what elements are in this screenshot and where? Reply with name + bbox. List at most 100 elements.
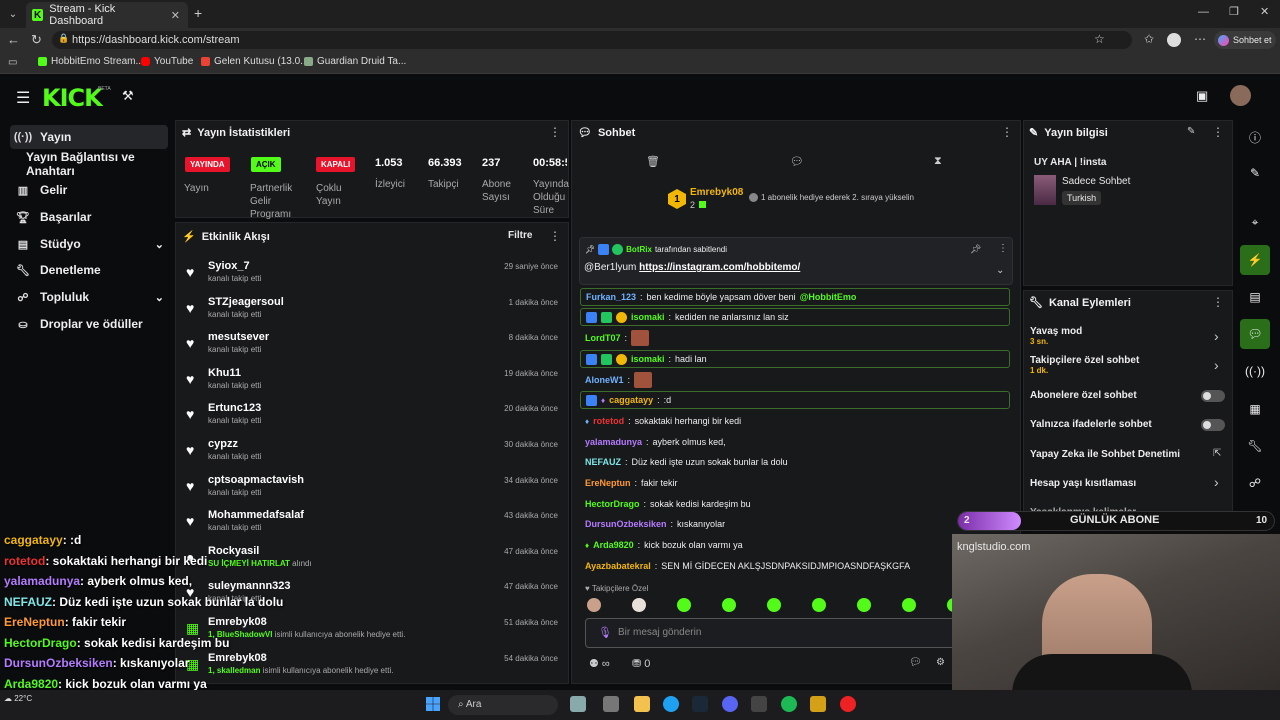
action-slow-mode[interactable]: Yavaş mod 3 sn. bbox=[1030, 326, 1082, 346]
bookmark-youtube[interactable]: YouTube bbox=[141, 56, 193, 67]
action-followers-only[interactable]: Takipçilere özel sohbet 1 dk. bbox=[1030, 355, 1139, 375]
message-icon[interactable]: 💬︎ bbox=[790, 155, 804, 168]
favorite-icon[interactable]: ☆ bbox=[1094, 32, 1105, 46]
chat-message[interactable]: Furkan_123: ben kedime böyle yapsam döve… bbox=[580, 288, 1010, 306]
profile-icon[interactable] bbox=[1167, 33, 1181, 47]
chat-username[interactable]: AloneW1 bbox=[585, 375, 624, 385]
chevron-right-icon[interactable]: › bbox=[1214, 474, 1219, 490]
hourglass-icon[interactable]: ⧗ bbox=[934, 155, 942, 168]
chat-message[interactable]: LordT07: bbox=[580, 329, 1010, 347]
steam-icon[interactable] bbox=[692, 696, 708, 712]
chat-message[interactable]: ♦ Arda9820: kick bozuk olan varmı ya bbox=[580, 536, 1010, 554]
chat-toggle-icon[interactable]: 💬︎ bbox=[1240, 319, 1270, 349]
layout-icon[interactable]: ▦ bbox=[1240, 394, 1270, 424]
close-window-icon[interactable]: ✕ bbox=[1260, 5, 1269, 18]
chat-message[interactable]: isomaki: kediden ne anlarsınız lan siz bbox=[580, 308, 1010, 326]
edge-icon[interactable] bbox=[663, 696, 679, 712]
file-explorer-icon[interactable] bbox=[634, 696, 650, 712]
emote-only-toggle[interactable] bbox=[1201, 419, 1225, 431]
points-icon[interactable]: ⛃ 0 bbox=[632, 657, 650, 670]
tab-list-icon[interactable]: ⌄ bbox=[6, 7, 20, 21]
reading-list-icon[interactable]: ▭ bbox=[8, 57, 17, 68]
spotify-icon[interactable] bbox=[781, 696, 797, 712]
broadcast-icon[interactable]: ((·)) bbox=[1240, 356, 1270, 386]
maximize-icon[interactable]: ❐ bbox=[1229, 5, 1239, 18]
taskbar-search[interactable]: ⌕ Ara bbox=[448, 695, 558, 715]
chat-menu-icon[interactable]: ⋮ bbox=[1001, 125, 1013, 139]
sidebar-item-gelir[interactable]: ▥ Gelir bbox=[10, 178, 168, 202]
chat-username[interactable]: Arda9820 bbox=[593, 540, 634, 550]
emote-icon[interactable] bbox=[722, 598, 736, 612]
camera-icon[interactable]: ⌖ bbox=[1240, 207, 1270, 237]
reload-icon[interactable]: ↻ bbox=[31, 32, 42, 48]
bookmark-gmail[interactable]: Gelen Kutusu (13.0... bbox=[201, 56, 309, 67]
url-input[interactable]: https://dashboard.kick.com/stream bbox=[52, 31, 1132, 49]
tool-icon[interactable]: ⚒ bbox=[122, 88, 134, 104]
sidebar-item-yayin[interactable]: ((·)) Yayın bbox=[10, 125, 168, 149]
bookmark-hobbitemo[interactable]: HobbitEmo Stream... bbox=[38, 56, 144, 67]
chat-message[interactable]: EreNeptun: fakir tekir bbox=[580, 474, 1010, 492]
activity-menu-icon[interactable]: ⋮ bbox=[549, 229, 561, 243]
emote-icon[interactable] bbox=[767, 598, 781, 612]
sidebar-item-topluluk[interactable]: ☍ Topluluk ⌄ bbox=[10, 285, 168, 309]
chat-message[interactable]: ♦ caggatayy: :d bbox=[580, 391, 1010, 409]
chat-message[interactable]: HectorDrago: sokak kedisi kardeşim bu bbox=[580, 495, 1010, 513]
chat-username[interactable]: HectorDrago bbox=[585, 499, 640, 509]
collections-icon[interactable]: ✩ bbox=[1144, 32, 1154, 46]
chat-username[interactable]: yalamadunya bbox=[585, 437, 642, 447]
users-icon[interactable]: ⚉ ∞ bbox=[589, 657, 610, 670]
chat-message[interactable]: DursunOzbeksiken: kıskanıyolar bbox=[580, 515, 1010, 533]
emoji-icon[interactable]: 💬︎ bbox=[909, 657, 922, 668]
stats-menu-icon[interactable]: ⋮ bbox=[549, 125, 561, 139]
obs-icon[interactable] bbox=[840, 696, 856, 712]
chat-username[interactable]: caggatayy bbox=[609, 395, 653, 405]
settings-icon[interactable]: ⚙ bbox=[936, 657, 945, 668]
avatar[interactable] bbox=[1230, 85, 1251, 106]
emote-icon[interactable] bbox=[812, 598, 826, 612]
sidebar-item-studyo[interactable]: ▤ Stüdyo ⌄ bbox=[10, 232, 168, 256]
chat-message[interactable]: AloneW1: bbox=[580, 371, 1010, 389]
back-icon[interactable]: ← bbox=[7, 32, 20, 47]
chevron-right-icon[interactable]: › bbox=[1214, 357, 1219, 373]
trash-icon[interactable]: 🗑︎ bbox=[646, 155, 660, 168]
chat-message[interactable]: isomaki: hadi lan bbox=[580, 350, 1010, 368]
lock-icon[interactable]: 🔒 bbox=[58, 33, 69, 44]
wrench-icon[interactable]: 🔧︎ bbox=[1240, 431, 1270, 461]
discord-icon[interactable] bbox=[722, 696, 738, 712]
chevron-right-icon[interactable]: › bbox=[1214, 328, 1219, 344]
sidebar-item-denetleme[interactable]: 🔧︎ Denetleme bbox=[10, 258, 168, 282]
chat-message[interactable]: yalamadunya: ayberk olmus ked, bbox=[580, 433, 1010, 451]
bookmark-guardian[interactable]: Guardian Druid Ta... bbox=[304, 56, 406, 67]
chevron-down-icon[interactable]: ⌄ bbox=[996, 265, 1004, 276]
edit-stream-icon[interactable]: ✎ bbox=[1240, 158, 1270, 188]
chat-username[interactable]: rotetod bbox=[593, 416, 624, 426]
subs-only-toggle[interactable] bbox=[1201, 390, 1225, 402]
action-account-age[interactable]: Hesap yaşı kısıtlaması bbox=[1030, 478, 1136, 489]
sidebar-item-basarilar[interactable]: 🏆︎ Başarılar bbox=[10, 205, 168, 229]
info-icon[interactable]: ⓘ bbox=[1240, 122, 1270, 152]
unpin-icon[interactable]: 📌︎ bbox=[970, 244, 981, 255]
kick-logo[interactable]: KICK bbox=[42, 84, 103, 112]
weather-widget[interactable]: ☁ 22°C bbox=[4, 694, 32, 703]
chat-username[interactable]: DursunOzbeksiken bbox=[585, 519, 667, 529]
close-tab-icon[interactable]: ✕ bbox=[171, 9, 180, 22]
emote-icon[interactable] bbox=[677, 598, 691, 612]
copilot-button[interactable]: Sohbet et bbox=[1214, 31, 1276, 49]
emote-icon[interactable] bbox=[587, 598, 601, 612]
chat-username[interactable]: LordT07 bbox=[585, 333, 621, 343]
external-link-icon[interactable]: ⇱ bbox=[1213, 448, 1221, 459]
sidebar-item-stream-key[interactable]: Yayın Bağlantısı ve Anahtarı bbox=[10, 150, 170, 178]
chat-username[interactable]: EreNeptun bbox=[585, 478, 631, 488]
chat-mention[interactable]: @HobbitEmo bbox=[800, 292, 857, 302]
terminal-icon[interactable] bbox=[751, 696, 767, 712]
menu-icon[interactable]: ☰ bbox=[16, 88, 30, 108]
community-icon[interactable]: ☍ bbox=[1240, 468, 1270, 498]
pinned-link[interactable]: https://instagram.com/hobbitemo/ bbox=[639, 262, 800, 273]
browser-tab[interactable]: K Stream - Kick Dashboard ✕ bbox=[26, 2, 188, 28]
chat-message[interactable]: Ayazbabatekral: SEN Mİ GİDECEN AKLŞJSDNP… bbox=[580, 557, 1010, 575]
filter-button[interactable]: Filtre bbox=[508, 230, 532, 241]
dashboard-icon[interactable]: ▣ bbox=[1196, 88, 1208, 104]
action-ai-moderation[interactable]: Yapay Zeka ile Sohbet Denetimi bbox=[1030, 449, 1180, 460]
emote-icon[interactable] bbox=[902, 598, 916, 612]
lightning-icon[interactable]: ⚡ bbox=[1240, 245, 1270, 275]
